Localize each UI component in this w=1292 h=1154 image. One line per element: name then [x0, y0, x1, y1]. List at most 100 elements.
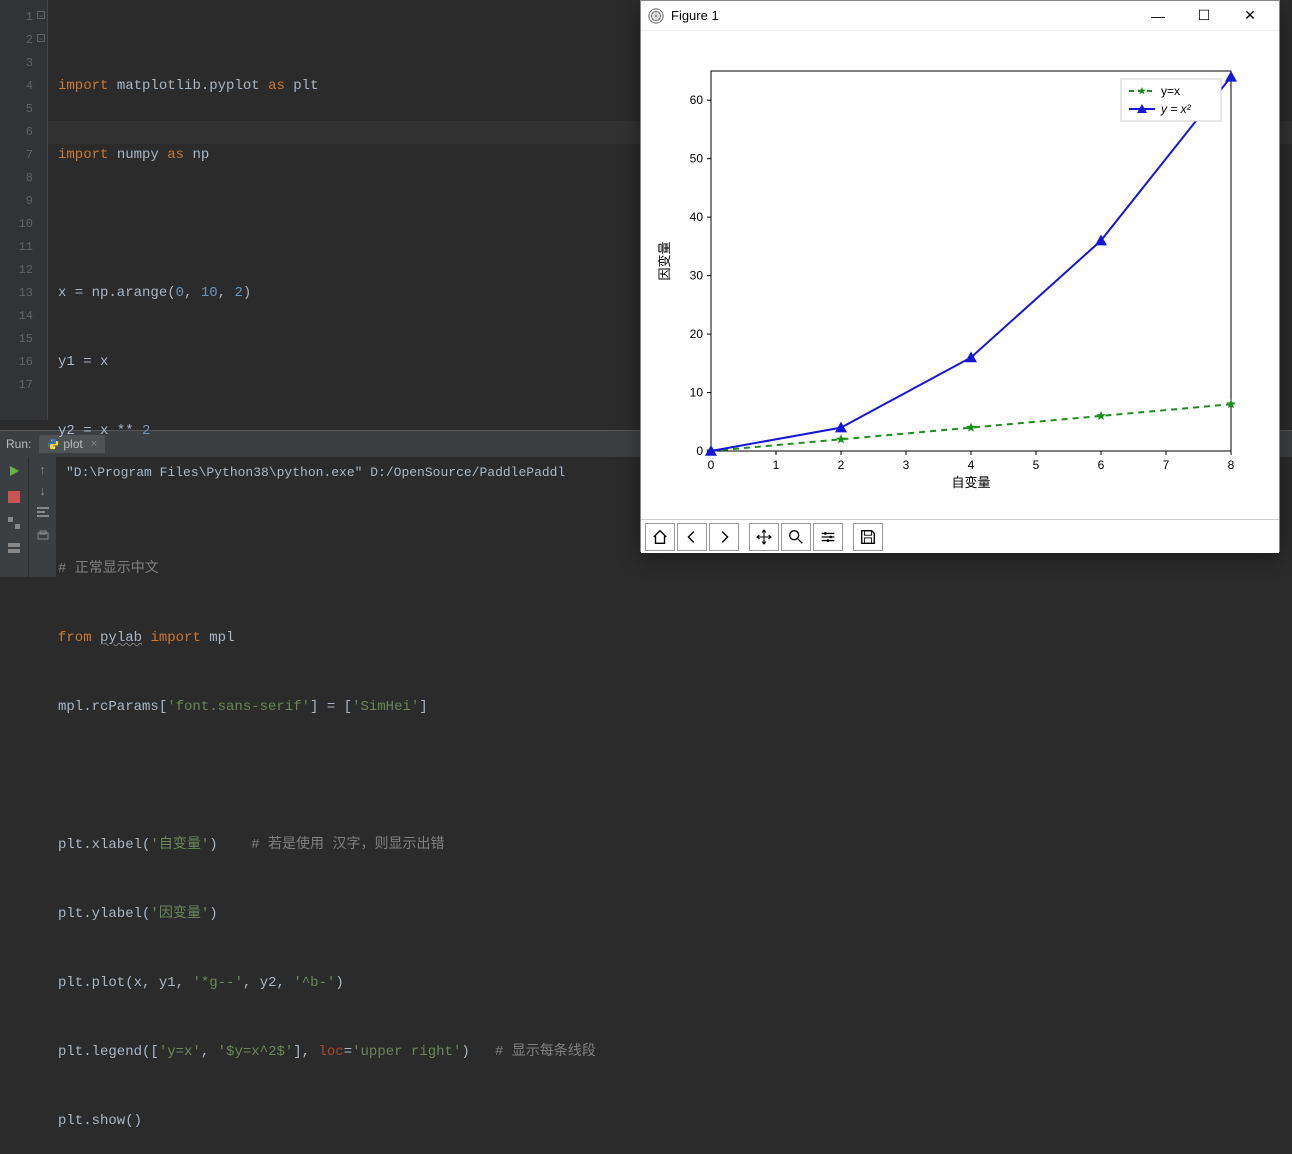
code-text: ] = [ [310, 699, 352, 715]
svg-text:6: 6 [1098, 458, 1105, 472]
module: pylab [100, 630, 142, 646]
code-text: ) [335, 975, 343, 991]
code-text: plt.ylabel( [58, 906, 150, 922]
code-text: ) [209, 837, 251, 853]
code-text: , [176, 975, 193, 991]
alias: np [192, 147, 209, 163]
svg-text:20: 20 [690, 327, 704, 341]
num: 10 [201, 285, 218, 301]
forward-button[interactable] [709, 523, 739, 551]
window-titlebar[interactable]: Figure 1 — ☐ ✕ [641, 1, 1279, 31]
code-text: y2 = x ** [58, 423, 142, 439]
code-text: , [201, 1044, 218, 1060]
line-number: 2 [0, 29, 47, 52]
code-text: ) [243, 285, 251, 301]
down-button[interactable]: ↓ [39, 484, 47, 499]
run-toolbar-left2: ↑ ↓ [28, 457, 56, 577]
code-text: y1 = x [58, 354, 108, 370]
code-text: , [243, 975, 260, 991]
wrap-button[interactable] [36, 505, 50, 523]
minimize-button[interactable]: — [1135, 1, 1181, 31]
print-button[interactable] [36, 529, 50, 547]
line-number: 11 [0, 236, 47, 259]
svg-text:10: 10 [690, 386, 704, 400]
plot-canvas[interactable]: 0123456780102030405060自变量因变量y=xy = x² [641, 31, 1279, 519]
kw-from: from [58, 630, 92, 646]
back-button[interactable] [677, 523, 707, 551]
svg-text:2: 2 [838, 458, 845, 472]
code-text: plt.plot(x [58, 975, 142, 991]
subplots-button[interactable] [813, 523, 843, 551]
line-number: 13 [0, 282, 47, 305]
stop-exit-button[interactable] [6, 515, 22, 531]
pan-button[interactable] [749, 523, 779, 551]
code-text: plt.xlabel( [58, 837, 150, 853]
save-button[interactable] [853, 523, 883, 551]
num: 2 [234, 285, 242, 301]
layout-button[interactable] [6, 541, 22, 557]
num: 0 [176, 285, 184, 301]
svg-text:4: 4 [968, 458, 975, 472]
line-number: 14 [0, 305, 47, 328]
home-button[interactable] [645, 523, 675, 551]
line-number: 1 [0, 6, 47, 29]
kw-import: import [58, 147, 108, 163]
code-text: plt.show() [58, 1113, 142, 1129]
code-text: plt.legend([ [58, 1044, 159, 1060]
run-label: Run: [6, 437, 31, 451]
str: 'font.sans-serif' [167, 699, 310, 715]
code-text: = [344, 1044, 352, 1060]
close-button[interactable]: ✕ [1227, 1, 1273, 31]
svg-text:自变量: 自变量 [951, 475, 990, 490]
maximize-button[interactable]: ☐ [1181, 1, 1227, 31]
str: '^b-' [293, 975, 335, 991]
rerun-button[interactable] [6, 463, 22, 479]
str: 'SimHei' [352, 699, 419, 715]
run-toolbar-left [0, 457, 28, 577]
code-text: x = np.arange( [58, 285, 176, 301]
plot-svg: 0123456780102030405060自变量因变量y=xy = x² [641, 31, 1281, 519]
line-number: 8 [0, 167, 47, 190]
str: 'y=x' [159, 1044, 201, 1060]
code-text: ] [419, 699, 427, 715]
code-text: mpl.rcParams[ [58, 699, 167, 715]
svg-text:5: 5 [1033, 458, 1040, 472]
code-text: , [142, 975, 159, 991]
code-text: , [184, 285, 201, 301]
comment: # 显示每条线段 [495, 1044, 596, 1060]
up-button[interactable]: ↑ [39, 463, 47, 478]
code-text: ], [293, 1044, 318, 1060]
kw-as: as [167, 147, 184, 163]
num: 2 [142, 423, 150, 439]
line-number: 10 [0, 213, 47, 236]
svg-text:0: 0 [708, 458, 715, 472]
line-gutter: 1 2 3 4 5 6 7 8 9 10 11 12 13 14 15 16 1… [0, 0, 48, 420]
code-text: ) [209, 906, 217, 922]
line-number: 7 [0, 144, 47, 167]
svg-text:7: 7 [1163, 458, 1170, 472]
alias: plt [293, 78, 318, 94]
alias: mpl [209, 630, 234, 646]
str: '因变量' [150, 906, 209, 922]
str: '$y=x^2$' [218, 1044, 294, 1060]
svg-text:0: 0 [696, 444, 703, 458]
comment: # 正常显示中文 [58, 561, 159, 577]
line-number: 6 [0, 121, 47, 144]
str: 'upper right' [352, 1044, 461, 1060]
code-text: y1 [159, 975, 176, 991]
line-number: 15 [0, 328, 47, 351]
zoom-button[interactable] [781, 523, 811, 551]
kw-import: import [150, 630, 200, 646]
line-number: 16 [0, 351, 47, 374]
window-title: Figure 1 [671, 8, 1135, 23]
svg-text:因变量: 因变量 [657, 241, 672, 280]
line-number: 17 [0, 374, 47, 397]
svg-text:8: 8 [1228, 458, 1235, 472]
line-number: 12 [0, 259, 47, 282]
svg-text:30: 30 [690, 269, 704, 283]
fold-icon[interactable] [37, 34, 45, 42]
module: numpy [117, 147, 159, 163]
stop-button[interactable] [6, 489, 22, 505]
module: matplotlib.pyplot [117, 78, 260, 94]
fold-icon[interactable] [37, 11, 45, 19]
